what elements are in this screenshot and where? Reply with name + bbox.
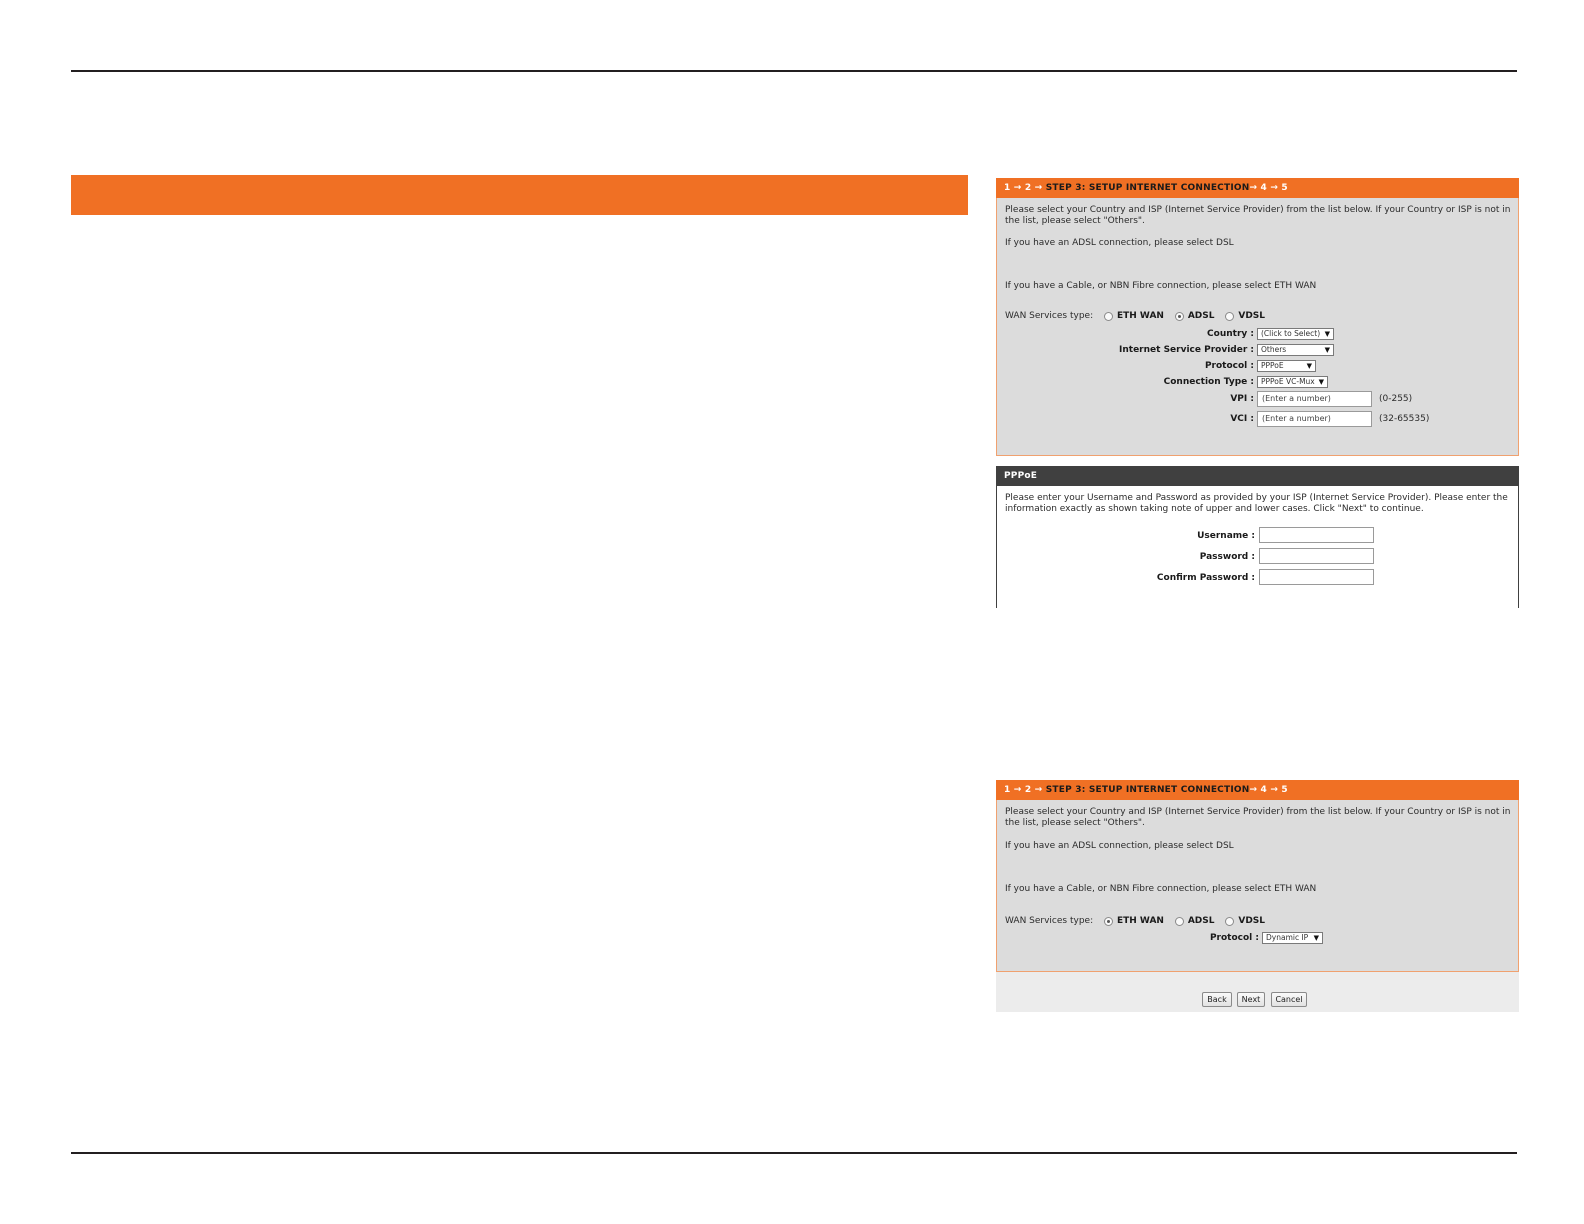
vci-row: VCI : — [997, 412, 1254, 427]
radio-vdsl[interactable] — [1225, 916, 1235, 926]
dropdown-arrow-icon: ▼ — [1318, 378, 1324, 386]
dropdown-arrow-icon: ▼ — [1313, 934, 1319, 942]
username-input[interactable] — [1259, 527, 1374, 543]
dropdown-arrow-icon: ▼ — [1306, 362, 1312, 370]
setup-panel-adsl: 1 → 2 → STEP 3: SETUP INTERNET CONNECTIO… — [996, 178, 1519, 456]
country-select[interactable]: (Click to Select) ▼ — [1257, 328, 1334, 340]
pppoe-intro: Please enter your Username and Password … — [1005, 493, 1508, 514]
protocol-select-value: PPPoE — [1261, 361, 1284, 370]
radio-eth-wan[interactable] — [1103, 311, 1113, 321]
password-input[interactable] — [1259, 548, 1374, 564]
dropdown-arrow-icon: ▼ — [1324, 330, 1330, 338]
panel-body: Please select your Country and ISP (Inte… — [996, 800, 1519, 972]
adsl-note: If you have an ADSL connection, please s… — [1005, 841, 1234, 851]
button-bar: Back Next Cancel — [996, 972, 1519, 1012]
radio-eth-wan[interactable] — [1103, 916, 1113, 926]
vpi-label: VPI : — [1230, 394, 1254, 404]
protocol-row: Protocol : — [997, 931, 1259, 946]
connection-type-select-value: PPPoE VC-Mux — [1261, 377, 1315, 386]
vci-input[interactable]: (Enter a number) — [1257, 411, 1372, 427]
password-row: Password : — [997, 550, 1255, 565]
section-header-bar — [71, 175, 968, 215]
vpi-input[interactable]: (Enter a number) — [1257, 391, 1372, 407]
step-header: 1 → 2 → STEP 3: SETUP INTERNET CONNECTIO… — [996, 780, 1519, 800]
panel-body: Please select your Country and ISP (Inte… — [996, 198, 1519, 456]
vpi-range-hint: (0-255) — [1379, 394, 1413, 404]
radio-vdsl[interactable] — [1225, 311, 1235, 321]
step-title: STEP 3: SETUP INTERNET CONNECTION — [1045, 183, 1250, 193]
step-suffix: → 4 → 5 — [1249, 785, 1288, 795]
connection-type-row: Connection Type : — [997, 375, 1254, 390]
isp-row: Internet Service Provider : — [997, 343, 1254, 358]
isp-select[interactable]: Others ▼ — [1257, 344, 1334, 356]
protocol-label: Protocol : — [1209, 933, 1259, 943]
wan-services-row: WAN Services type: ETH WAN ADSL VDSL — [1005, 311, 1265, 322]
protocol-select[interactable]: PPPoE ▼ — [1257, 360, 1316, 372]
radio-vdsl-label[interactable]: VDSL — [1238, 916, 1265, 926]
confirm-password-label: Confirm Password : — [1156, 573, 1255, 583]
setup-panel-eth-wan: 1 → 2 → STEP 3: SETUP INTERNET CONNECTIO… — [996, 780, 1519, 1012]
intro-text: Please select your Country and ISP (Inte… — [1005, 807, 1511, 828]
isp-label: Internet Service Provider : — [1119, 345, 1254, 355]
username-label: Username : — [1197, 531, 1255, 541]
password-label: Password : — [1199, 552, 1255, 562]
wan-services-label: WAN Services type: — [1005, 311, 1094, 321]
vpi-row: VPI : — [997, 392, 1254, 407]
intro-text: Please select your Country and ISP (Inte… — [1005, 205, 1511, 226]
cable-note: If you have a Cable, or NBN Fibre connec… — [1005, 884, 1317, 894]
next-button[interactable]: Next — [1237, 992, 1265, 1007]
adsl-note: If you have an ADSL connection, please s… — [1005, 238, 1234, 248]
pppoe-panel: PPPoE Please enter your Username and Pas… — [996, 466, 1519, 608]
step-prefix: 1 → 2 → — [1004, 785, 1046, 795]
pppoe-header: PPPoE — [996, 466, 1519, 486]
dropdown-arrow-icon: ▼ — [1324, 346, 1330, 354]
username-row: Username : — [997, 529, 1255, 544]
radio-adsl[interactable] — [1174, 311, 1184, 321]
step-prefix: 1 → 2 → — [1004, 183, 1046, 193]
radio-eth-wan-label[interactable]: ETH WAN — [1117, 916, 1164, 926]
top-rule — [71, 70, 1517, 72]
vci-range-hint: (32-65535) — [1379, 414, 1430, 424]
bottom-rule — [71, 1152, 1517, 1154]
step-title: STEP 3: SETUP INTERNET CONNECTION — [1045, 785, 1250, 795]
radio-adsl-label[interactable]: ADSL — [1188, 311, 1215, 321]
vci-label: VCI : — [1230, 414, 1254, 424]
country-row: Country : — [997, 327, 1254, 342]
pppoe-body: Please enter your Username and Password … — [996, 486, 1519, 608]
protocol-label: Protocol : — [1204, 361, 1254, 371]
radio-vdsl-label[interactable]: VDSL — [1238, 311, 1265, 321]
connection-type-label: Connection Type : — [1163, 377, 1254, 387]
cancel-button[interactable]: Cancel — [1271, 992, 1307, 1007]
protocol-select[interactable]: Dynamic IP ▼ — [1262, 932, 1323, 944]
wan-services-row: WAN Services type: ETH WAN ADSL VDSL — [1005, 916, 1265, 927]
country-label: Country : — [1207, 329, 1254, 339]
confirm-password-row: Confirm Password : — [997, 571, 1255, 586]
connection-type-select[interactable]: PPPoE VC-Mux ▼ — [1257, 376, 1328, 388]
country-select-value: (Click to Select) — [1261, 329, 1321, 338]
radio-adsl-label[interactable]: ADSL — [1188, 916, 1215, 926]
cable-note: If you have a Cable, or NBN Fibre connec… — [1005, 281, 1317, 291]
protocol-row: Protocol : — [997, 359, 1254, 374]
protocol-select-value: Dynamic IP — [1266, 933, 1309, 942]
wan-services-label: WAN Services type: — [1005, 916, 1094, 926]
radio-eth-wan-label[interactable]: ETH WAN — [1117, 311, 1164, 321]
isp-select-value: Others — [1261, 345, 1287, 354]
step-header: 1 → 2 → STEP 3: SETUP INTERNET CONNECTIO… — [996, 178, 1519, 198]
step-suffix: → 4 → 5 — [1249, 183, 1288, 193]
confirm-password-input[interactable] — [1259, 569, 1374, 585]
radio-adsl[interactable] — [1174, 916, 1184, 926]
back-button[interactable]: Back — [1202, 992, 1232, 1007]
